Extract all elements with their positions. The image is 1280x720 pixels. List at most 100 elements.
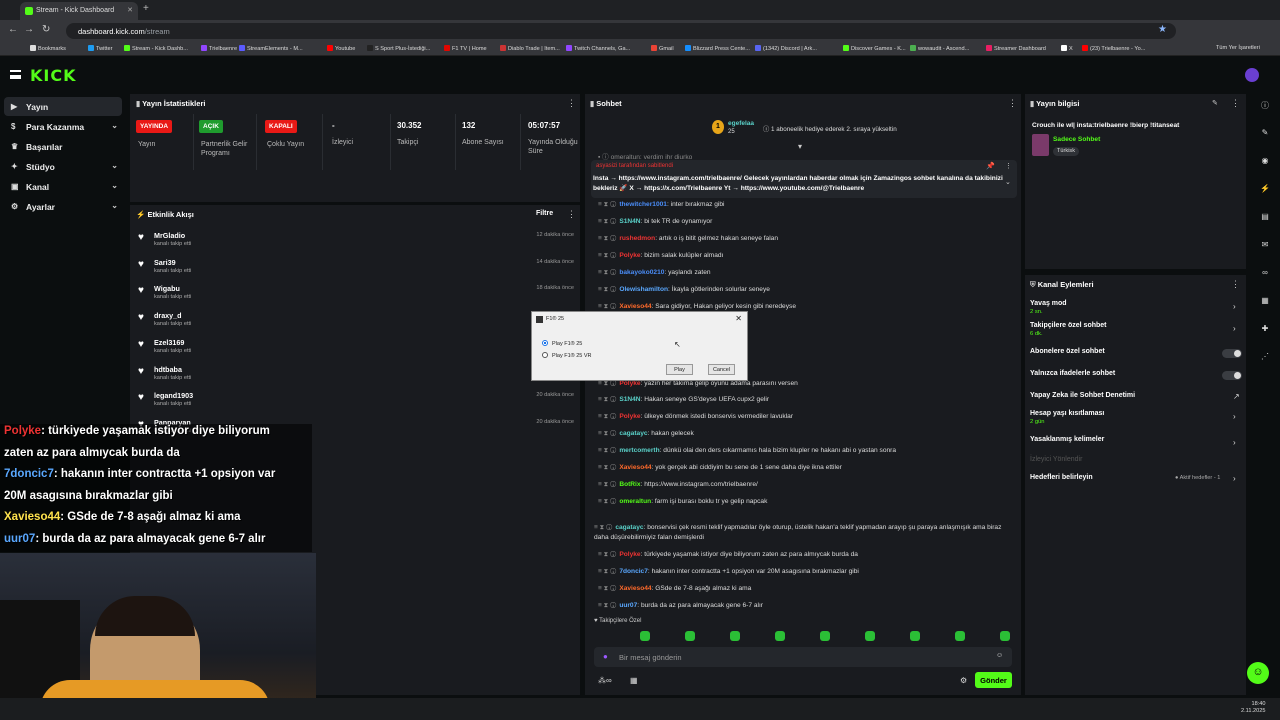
chat-username[interactable]: cagatayc bbox=[615, 524, 643, 531]
reload-icon[interactable]: ↻ bbox=[42, 24, 50, 35]
chat-username[interactable]: Polyke bbox=[619, 551, 640, 558]
edit-icon[interactable]: ✎ bbox=[1212, 99, 1218, 107]
browser-tab-active[interactable]: Stream - Kick Dashboard ✕ bbox=[20, 2, 138, 20]
activity-menu-icon[interactable]: ⋮ bbox=[567, 209, 576, 220]
activity-name[interactable]: Sari39 bbox=[154, 258, 176, 267]
collapse-icon[interactable]: ▾ bbox=[798, 142, 802, 151]
chevron-right-icon[interactable]: › bbox=[1233, 438, 1236, 447]
filter-button[interactable]: Filtre bbox=[536, 210, 553, 217]
channel-action[interactable]: Takipçilere özel sohbet bbox=[1030, 322, 1107, 329]
activity-name[interactable]: legand1903 bbox=[154, 391, 193, 400]
rail-share-icon[interactable]: ⋰ bbox=[1258, 352, 1272, 366]
gift-user[interactable]: egefelaa bbox=[728, 120, 754, 127]
chat-username[interactable]: 7doncic7 bbox=[619, 568, 648, 575]
bookmark-item[interactable]: Stream - Kick Dashb... bbox=[124, 45, 188, 52]
rail-pen-icon[interactable]: ✎ bbox=[1258, 128, 1272, 142]
rail-camera-icon[interactable]: ◉ bbox=[1258, 156, 1272, 170]
chat-input[interactable]: Bir mesaj gönderin bbox=[594, 647, 1012, 667]
all-bookmarks[interactable]: Tüm Yer İşaretleri bbox=[1216, 45, 1260, 51]
sidebar-item-stüdyo[interactable]: ✦ Stüdyo ⌄ bbox=[4, 157, 122, 176]
channel-action[interactable]: Yalnızca ifadelerle sohbet bbox=[1030, 370, 1115, 377]
rail-tool-icon[interactable]: ✚ bbox=[1258, 324, 1272, 338]
chat-username[interactable]: thewitcher1001 bbox=[619, 201, 667, 208]
pinned-expand-icon[interactable]: ⌄ bbox=[1005, 178, 1011, 186]
close-tab-icon[interactable]: ✕ bbox=[127, 6, 133, 14]
sidebar-item-para-kazanma[interactable]: $ Para Kazanma ⌄ bbox=[4, 117, 122, 136]
bookmark-item[interactable]: wowaudit - Ascend... bbox=[910, 45, 969, 52]
chevron-right-icon[interactable]: › bbox=[1233, 474, 1236, 483]
kick-logo[interactable]: KICK bbox=[30, 66, 77, 85]
channel-action[interactable]: Yapay Zeka ile Sohbet Denetimi bbox=[1030, 392, 1135, 399]
channel-action[interactable]: Yavaş mod bbox=[1030, 300, 1067, 307]
toggle-switch[interactable] bbox=[1222, 371, 1242, 380]
radio-icon[interactable] bbox=[542, 352, 548, 358]
chat-username[interactable]: cagatayc bbox=[619, 430, 647, 437]
chat-username[interactable]: Xavieso44 bbox=[619, 464, 651, 471]
rail-info-icon[interactable]: ⓘ bbox=[1258, 100, 1272, 114]
rail-link-icon[interactable]: ∞ bbox=[1258, 268, 1272, 282]
activity-name[interactable]: draxy_d bbox=[154, 311, 182, 320]
activity-name[interactable]: Ezel3169 bbox=[154, 338, 184, 347]
new-tab-icon[interactable]: + bbox=[143, 3, 149, 14]
stats-menu-icon[interactable]: ⋮ bbox=[567, 98, 576, 109]
emote-icon[interactable] bbox=[775, 631, 785, 641]
chat-username[interactable]: bakayoko0210 bbox=[619, 269, 664, 276]
star-icon[interactable]: ★ bbox=[1158, 24, 1167, 35]
play-button[interactable]: Play bbox=[666, 364, 693, 375]
url-bar[interactable]: dashboard.kick.com/stream bbox=[66, 23, 1176, 39]
chat-username[interactable]: uur07 bbox=[619, 602, 637, 609]
dialog-close-icon[interactable]: ✕ bbox=[735, 314, 742, 323]
sidebar-item-kanal[interactable]: ▣ Kanal ⌄ bbox=[4, 177, 122, 196]
emote-icon[interactable] bbox=[730, 631, 740, 641]
sidebar-item-başarılar[interactable]: ♛ Başarılar bbox=[4, 137, 122, 156]
chevron-right-icon[interactable]: › bbox=[1233, 412, 1236, 421]
chat-username[interactable]: omeraltun bbox=[619, 498, 651, 505]
chat-username[interactable]: Xavieso44 bbox=[619, 585, 651, 592]
channel-action[interactable]: Abonelere özel sohbet bbox=[1030, 348, 1105, 355]
support-icon[interactable]: ☺ bbox=[1247, 662, 1269, 684]
stream-category[interactable]: Sadece Sohbet bbox=[1053, 136, 1100, 143]
chat-username[interactable]: Polyke bbox=[619, 252, 640, 259]
external-link-icon[interactable]: ↗ bbox=[1233, 392, 1240, 401]
sidebar-item-ayarlar[interactable]: ⚙ Ayarlar ⌄ bbox=[4, 197, 122, 216]
chat-tools-icon[interactable]: ⁂∞ bbox=[598, 676, 612, 685]
emote-icon[interactable] bbox=[640, 631, 650, 641]
activity-name[interactable]: hdtbaba bbox=[154, 365, 182, 374]
option-play[interactable]: Play F1® 25 bbox=[542, 340, 582, 347]
mic-icon[interactable]: ● bbox=[603, 652, 608, 661]
pinned-menu-icon[interactable]: ⋮ bbox=[1005, 162, 1012, 170]
emote-icon[interactable] bbox=[910, 631, 920, 641]
chat-username[interactable]: Polyke bbox=[619, 413, 640, 420]
rail-chat-icon[interactable]: ✉ bbox=[1258, 240, 1272, 254]
forward-icon[interactable]: → bbox=[24, 24, 34, 35]
chat-username[interactable]: BotRix bbox=[619, 481, 640, 488]
bookmark-item[interactable]: Bookmarks bbox=[30, 45, 66, 52]
chat-username[interactable]: Olewishamilton bbox=[619, 286, 668, 293]
bookmark-item[interactable]: Discover Games - K... bbox=[843, 45, 906, 52]
bookmark-item[interactable]: Trielbaenre bbox=[201, 45, 237, 52]
bookmark-item[interactable]: (23) Trielbaenre - Yo... bbox=[1082, 45, 1145, 52]
emoji-icon[interactable]: ☺ bbox=[996, 652, 1003, 659]
bookmark-item[interactable]: (1342) Discord | Ark... bbox=[755, 45, 817, 52]
chat-username[interactable]: rushedmon bbox=[619, 235, 655, 242]
calendar-icon[interactable]: ▦ bbox=[630, 676, 638, 685]
bookmark-item[interactable]: F1 TV | Home bbox=[444, 45, 487, 52]
chat-username[interactable]: S1N4N bbox=[619, 218, 640, 225]
toggle-switch[interactable] bbox=[1222, 349, 1242, 358]
stream-info-menu-icon[interactable]: ⋮ bbox=[1231, 98, 1240, 109]
bookmark-item[interactable]: StreamElements - M... bbox=[239, 45, 303, 52]
channel-action[interactable]: Hesap yaşı kısıtlaması bbox=[1030, 410, 1104, 417]
chevron-right-icon[interactable]: › bbox=[1233, 302, 1236, 311]
bookmark-item[interactable]: S Sport Plus-İstediği... bbox=[367, 45, 430, 52]
chat-username[interactable]: mertcomerth bbox=[619, 447, 659, 454]
chat-username[interactable]: Polyke bbox=[619, 380, 640, 387]
rail-stack-icon[interactable]: ▦ bbox=[1258, 296, 1272, 310]
bookmark-item[interactable]: Twitch Channels, Ga... bbox=[566, 45, 630, 52]
chat-username[interactable]: S1N4N bbox=[619, 396, 640, 403]
bookmark-item[interactable]: Twitter bbox=[88, 45, 112, 52]
sidebar-item-yayın[interactable]: ▶ Yayın bbox=[4, 97, 122, 116]
system-clock[interactable]: 18:40 2.11.2025 bbox=[1241, 701, 1265, 715]
pin-icon[interactable]: 📌 bbox=[986, 162, 995, 170]
back-icon[interactable]: ← bbox=[8, 24, 18, 35]
send-button[interactable]: Gönder bbox=[975, 672, 1012, 688]
